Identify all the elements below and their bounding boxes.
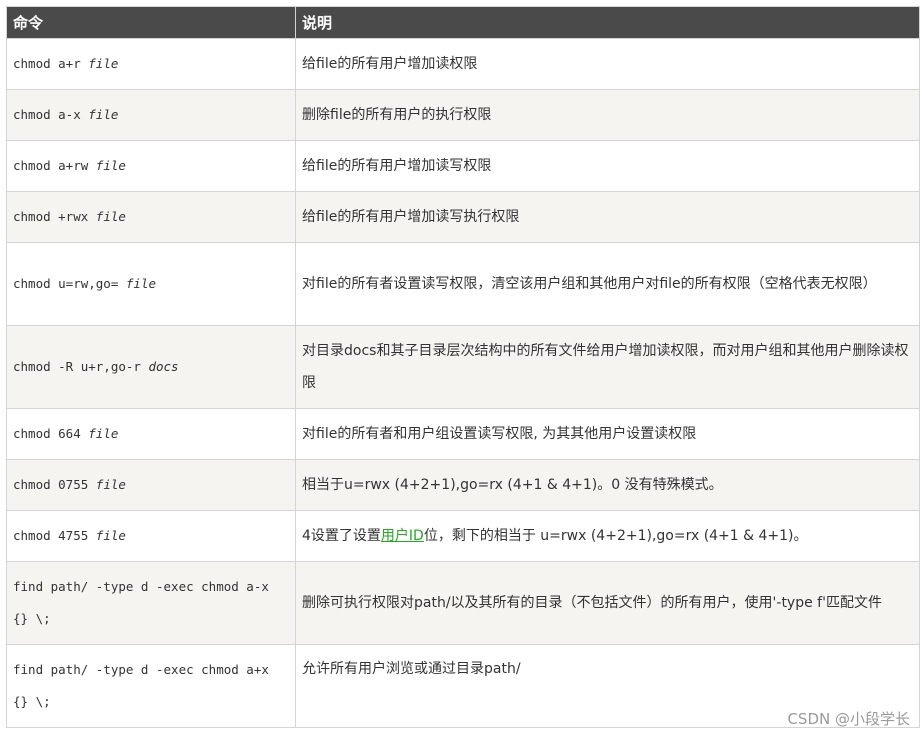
command-argument: file	[88, 56, 119, 71]
command-cell: chmod +rwx file	[6, 191, 296, 243]
header-command: 命令	[6, 6, 296, 39]
description-cell: 删除file的所有用户的执行权限	[295, 89, 920, 141]
command-cell: chmod a+rw file	[6, 140, 296, 192]
command-cell: chmod u=rw,go= file	[6, 242, 296, 326]
command-cell: chmod -R u+r,go-r docs	[6, 325, 296, 409]
command-argument: file	[125, 276, 156, 291]
table-row: find path/ -type d -exec chmod a+x {} \;…	[6, 644, 920, 728]
command-cell: chmod 0755 file	[6, 459, 296, 511]
command-cell: chmod a+r file	[6, 38, 296, 90]
command-cell: chmod 664 file	[6, 408, 296, 460]
table-row: chmod a+rw file 给file的所有用户增加读写权限	[6, 140, 920, 192]
description-cell: 删除可执行权限对path/以及其所有的目录（不包括文件）的所有用户，使用'-ty…	[295, 561, 920, 645]
table-row: chmod 0755 file 相当于u=rwx (4+2+1),go=rx (…	[6, 459, 920, 511]
description-cell: 相当于u=rwx (4+2+1),go=rx (4+1 & 4+1)。0 没有特…	[295, 459, 920, 511]
description-cell: 给file的所有用户增加读写权限	[295, 140, 920, 192]
csdn-watermark: CSDN @小段学长	[787, 710, 910, 728]
command-argument: file	[95, 158, 126, 173]
description-cell: 给file的所有用户增加读写执行权限	[295, 191, 920, 243]
command-argument: file	[95, 528, 126, 543]
table-row: chmod a-x file 删除file的所有用户的执行权限	[6, 89, 920, 141]
command-cell: find path/ -type d -exec chmod a+x {} \;	[6, 644, 296, 728]
header-description: 说明	[295, 6, 920, 39]
table-row: chmod +rwx file 给file的所有用户增加读写执行权限	[6, 191, 920, 243]
command-argument: file	[88, 107, 119, 122]
chmod-command-table: 命令 说明 chmod a+r file 给file的所有用户增加读权限 chm…	[6, 6, 920, 728]
command-cell: chmod a-x file	[6, 89, 296, 141]
command-argument: docs	[148, 359, 179, 374]
table-row: chmod 664 file 对file的所有者和用户组设置读写权限, 为其其他…	[6, 408, 920, 460]
command-cell: find path/ -type d -exec chmod a-x {} \;	[6, 561, 296, 645]
table-row: chmod a+r file 给file的所有用户增加读权限	[6, 38, 920, 90]
table-row: chmod 4755 file 4设置了设置用户ID位，剩下的相当于 u=rwx…	[6, 510, 920, 562]
user-id-link[interactable]: 用户ID	[381, 528, 424, 544]
table-header-row: 命令 说明	[6, 6, 920, 39]
description-cell: 给file的所有用户增加读权限	[295, 38, 920, 90]
table-row: chmod -R u+r,go-r docs 对目录docs和其子目录层次结构中…	[6, 325, 920, 409]
command-cell: chmod 4755 file	[6, 510, 296, 562]
description-cell: 对file的所有者和用户组设置读写权限, 为其其他用户设置读权限	[295, 408, 920, 460]
description-cell: 对目录docs和其子目录层次结构中的所有文件给用户增加读权限，而对用户组和其他用…	[295, 325, 920, 409]
command-argument: file	[95, 477, 126, 492]
description-cell: 4设置了设置用户ID位，剩下的相当于 u=rwx (4+2+1),go=rx (…	[295, 510, 920, 562]
command-argument: file	[88, 426, 119, 441]
command-argument: file	[95, 209, 126, 224]
table-row: chmod u=rw,go= file 对file的所有者设置读写权限，清空该用…	[6, 242, 920, 326]
description-cell: 对file的所有者设置读写权限，清空该用户组和其他用户对file的所有权限（空格…	[295, 242, 920, 326]
table-row: find path/ -type d -exec chmod a-x {} \;…	[6, 561, 920, 645]
